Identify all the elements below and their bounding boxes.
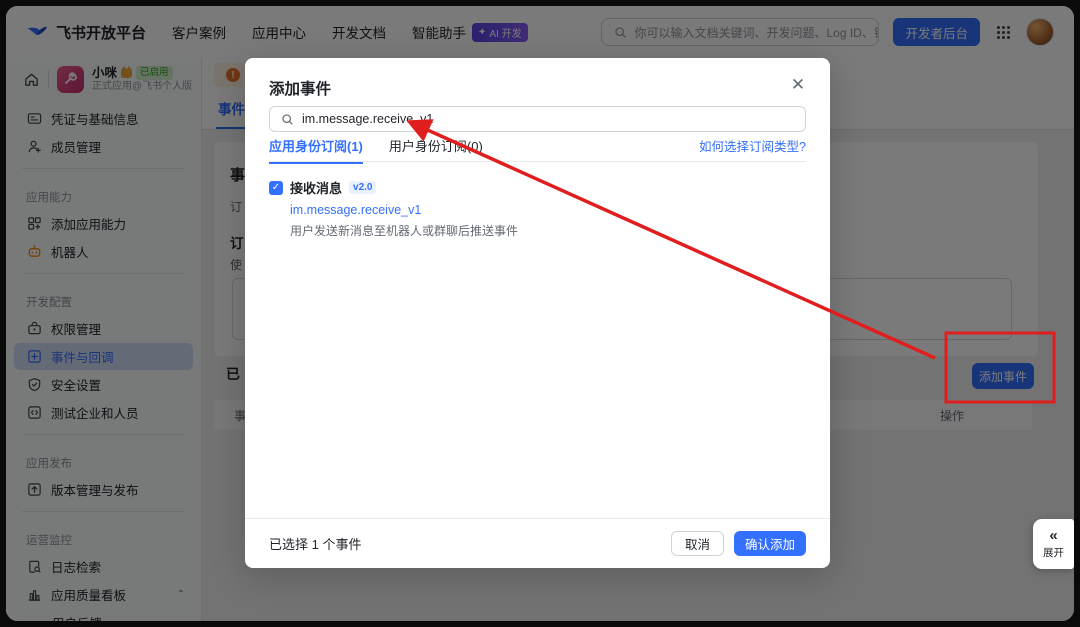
screenshot-stage: 飞书开放平台 客户案例 应用中心 开发文档 智能助手 ✦AI 开发 你可以输入文… [0,0,1080,627]
event-list-item: ✓ 接收消息 v2.0 im.message.receive_v1 用户发送新消… [269,178,518,239]
event-id-link[interactable]: im.message.receive_v1 [290,203,518,217]
selected-count-text: 已选择 1 个事件 [269,534,361,553]
event-search-input[interactable]: im.message.receive_v1 [269,106,806,132]
event-description: 用户发送新消息至机器人或群聊后推送事件 [290,222,518,239]
expand-label: 展开 [1043,545,1064,560]
close-icon[interactable]: ✕ [786,73,810,97]
tab-app-subscription[interactable]: 应用身份订阅(1) [269,136,363,164]
event-version-badge: v2.0 [349,181,376,194]
event-name: 接收消息 [290,178,342,197]
browser-window: 飞书开放平台 客户案例 应用中心 开发文档 智能助手 ✦AI 开发 你可以输入文… [6,6,1074,621]
cancel-button[interactable]: 取消 [671,531,724,556]
add-event-modal: 添加事件 ✕ im.message.receive_v1 应用身份订阅(1) 用… [245,58,830,568]
event-search-value: im.message.receive_v1 [302,112,433,126]
event-checkbox-checked[interactable]: ✓ [269,181,283,195]
modal-tabs: 应用身份订阅(1) 用户身份订阅(0) 如何选择订阅类型? [269,136,806,162]
search-icon [279,111,295,127]
expand-widget[interactable]: « 展开 [1033,519,1074,569]
confirm-add-button[interactable]: 确认添加 [734,531,806,556]
collapse-double-chevron-icon: « [1049,528,1057,543]
modal-footer: 已选择 1 个事件 取消 确认添加 [245,518,830,568]
modal-title: 添加事件 [269,77,331,99]
subscription-type-help-link[interactable]: 如何选择订阅类型? [699,136,806,155]
tab-user-subscription[interactable]: 用户身份订阅(0) [389,136,483,162]
